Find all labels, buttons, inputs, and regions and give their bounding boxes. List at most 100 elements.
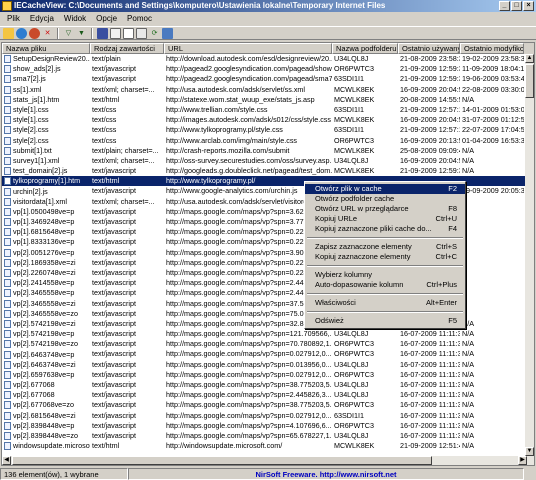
close-button[interactable]: × xyxy=(523,1,534,11)
properties-icon[interactable] xyxy=(136,27,147,39)
horizontal-scroll-thumb[interactable] xyxy=(12,456,432,465)
table-row[interactable]: vp[2].8398448ve=p text/javascript http://m… xyxy=(2,420,534,431)
filename-text: sma7[2].js xyxy=(13,74,46,84)
table-row[interactable]: submit[1].txt text/plain; charset=... http… xyxy=(2,145,534,156)
scroll-thumb[interactable] xyxy=(525,64,534,98)
table-row[interactable]: sma7[2].js text/javascript http://pagead2.… xyxy=(2,74,534,84)
mozilla-icon[interactable] xyxy=(29,27,40,39)
context-menu-item[interactable]: Kopiuj zaznaczone elementy Ctrl+C xyxy=(305,252,465,262)
menu-item-shortcut: Alt+Enter xyxy=(425,298,457,307)
cell-subfolder: U34LQL8J xyxy=(334,155,369,165)
scroll-down-arrow[interactable]: ▼ xyxy=(525,447,534,456)
table-row[interactable]: vp[2].5742198ve=zo text/javascript http://… xyxy=(2,339,534,349)
table-row[interactable]: style[2].css text/css http://www.arclab.co… xyxy=(2,136,534,146)
column-header-filename[interactable]: Nazwa pliku xyxy=(2,43,90,54)
table-row[interactable]: vp[2].677068 text/javascript http://maps.g… xyxy=(2,380,534,390)
cell-content-type: text/javascript xyxy=(92,308,136,318)
cell-last-accessed: 21-08-2009 23:58:3 xyxy=(400,54,460,63)
table-row[interactable]: vp[2].8398448ve=zo text/javascript http://… xyxy=(2,430,534,441)
html-report-icon[interactable] xyxy=(123,27,134,39)
cell-last-modified: 14-01-2009 01:53:0 xyxy=(462,104,524,114)
table-row[interactable]: vp[2].5742198ve=p text/javascript http://m… xyxy=(2,329,534,339)
table-row[interactable]: style[2].css text/css http://www.tylkoprog… xyxy=(2,125,534,135)
column-header-content-type[interactable]: Rodzaj zawartości xyxy=(90,43,164,54)
menu-file[interactable]: Plik xyxy=(2,13,25,25)
table-row[interactable]: style[1].css text/css http://images.autode… xyxy=(2,115,534,125)
cell-subfolder: OR6PWTC3 xyxy=(334,420,374,430)
table-row[interactable]: vp[2].6815648ve=zi text/javascript http://… xyxy=(2,411,534,421)
cell-last-modified: N/A xyxy=(462,145,474,155)
table-row[interactable]: vp[2].6597638ve=p text/javascript http://m… xyxy=(2,369,534,380)
cell-last-accessed: 16-07-2009 11:11:3 xyxy=(400,430,460,440)
context-menu-item[interactable]: Odśwież F5 xyxy=(305,316,465,326)
table-row[interactable]: show_ads[2].js text/javascript http://page… xyxy=(2,64,534,74)
brand-url[interactable]: http://www.nirsoft.net xyxy=(320,470,397,479)
context-menu-item[interactable]: Kopiuj URLe Ctrl+U xyxy=(305,214,465,224)
scroll-up-arrow[interactable]: ▲ xyxy=(525,54,534,63)
table-row[interactable]: ss[1].xml text/xml; charset=... http://usa… xyxy=(2,85,534,95)
filter-icon[interactable]: ▽ xyxy=(63,28,74,39)
context-menu-item[interactable]: Zapisz zaznaczone elementy Ctrl+S xyxy=(305,242,465,252)
delete-icon[interactable]: ✕ xyxy=(42,28,53,39)
context-menu-item[interactable]: Auto-dopasowanie kolumn Ctrl+Plus xyxy=(305,280,465,290)
minimize-button[interactable]: _ xyxy=(499,1,510,11)
table-row[interactable]: vp[2].6463748ve=p text/javascript http://m… xyxy=(2,349,534,359)
maximize-button[interactable]: □ xyxy=(511,1,522,11)
globe-icon[interactable] xyxy=(16,27,27,39)
cell-last-modified xyxy=(460,268,524,278)
menu-item-shortcut: Ctrl+U xyxy=(435,214,457,223)
scroll-left-arrow[interactable]: ◀ xyxy=(2,456,11,465)
table-row[interactable]: stats_js[1].htm text/html http://statexe.w… xyxy=(2,95,534,105)
cell-subfolder: U34LQL8J xyxy=(334,380,369,389)
context-menu-item[interactable]: Otwórz podfolder cache xyxy=(305,194,465,204)
status-brand[interactable]: NirSoft Freeware. http://www.nirsoft.net xyxy=(128,468,524,480)
table-row[interactable]: style[1].css text/css http://www.trellian.… xyxy=(2,104,534,115)
table-row[interactable]: vp[2].677068ve=zo text/javascript http://m… xyxy=(2,400,534,410)
cell-last-modified: N/A xyxy=(462,390,474,400)
menu-item-label: Auto-dopasowanie kolumn xyxy=(315,280,404,289)
file-icon xyxy=(4,55,11,64)
filename-text: style[1].css xyxy=(13,115,49,125)
table-row[interactable]: SetupDesignReview20... text/plain http://d… xyxy=(2,54,534,64)
menu-item-label: Kopiuj zaznaczone pliki cache do... xyxy=(315,224,432,233)
menu-help[interactable]: Pomoc xyxy=(122,13,157,25)
cell-filename: vp[2].3465558ve=zi xyxy=(2,299,90,309)
context-menu-item[interactable]: Otwórz plik w cache F2 xyxy=(305,184,465,194)
cell-content-type: text/javascript xyxy=(92,64,136,74)
table-row[interactable]: vp[2].677068 text/javascript http://maps.g… xyxy=(2,390,534,400)
context-menu-item[interactable]: Kopiuj zaznaczone pliki cache do... F4 xyxy=(305,224,465,234)
column-header-last-modified[interactable]: Ostatnio modyfikow xyxy=(460,43,524,54)
vertical-scrollbar[interactable]: ▲ ▼ xyxy=(525,54,534,456)
cell-last-modified xyxy=(460,197,524,207)
table-row[interactable]: vp[2].6463748ve=zi text/javascript http://… xyxy=(2,360,534,370)
folder-icon[interactable] xyxy=(3,27,14,39)
file-icon xyxy=(4,421,11,430)
cell-last-modified: N/A xyxy=(462,369,474,379)
file-icon xyxy=(4,218,11,227)
cell-filename: vp[2].6463748ve=p xyxy=(2,349,90,359)
context-menu-item[interactable]: Otwórz URL w przeglądarce F8 xyxy=(305,204,465,214)
filter-off-icon[interactable]: ▼ xyxy=(76,28,87,39)
copy-icon[interactable] xyxy=(110,27,121,39)
cell-content-type: text/javascript xyxy=(92,430,136,440)
refresh-icon[interactable]: ⟳ xyxy=(149,28,160,39)
context-menu-item[interactable]: Wybierz kolumny xyxy=(305,270,465,280)
save-icon[interactable] xyxy=(97,27,108,39)
scroll-right-arrow[interactable]: ▶ xyxy=(518,456,527,465)
context-menu-item[interactable]: Właściwości Alt+Enter xyxy=(305,298,465,308)
horizontal-scrollbar[interactable]: ◀ ▶ xyxy=(2,456,534,465)
column-header-last-accessed[interactable]: Ostatnio używany xyxy=(398,43,460,54)
table-row[interactable]: test_domain[2].js text/javascript http://g… xyxy=(2,166,534,176)
menu-view[interactable]: Widok xyxy=(59,13,91,25)
cell-url: http://maps.google.com/maps/vp?spn=0.027… xyxy=(166,349,332,359)
column-header-subfolder[interactable]: Nazwa podfolderu xyxy=(332,43,398,54)
column-header-url[interactable]: URL xyxy=(164,43,332,54)
table-row[interactable]: windowsupdate.microsoft....text/html http… xyxy=(2,441,534,451)
context-menu: Otwórz plik w cache F2 Otwórz podfolder ca… xyxy=(304,181,466,329)
table-row[interactable]: survey1[1].xml text/xml; charset=... http:… xyxy=(2,155,534,166)
menu-edit[interactable]: Edycja xyxy=(25,13,59,25)
cell-content-type: text/javascript xyxy=(92,267,136,277)
about-icon[interactable] xyxy=(162,27,173,39)
filename-text: vp[2].3465558ve=p xyxy=(13,288,75,298)
menu-options[interactable]: Opcje xyxy=(91,13,122,25)
